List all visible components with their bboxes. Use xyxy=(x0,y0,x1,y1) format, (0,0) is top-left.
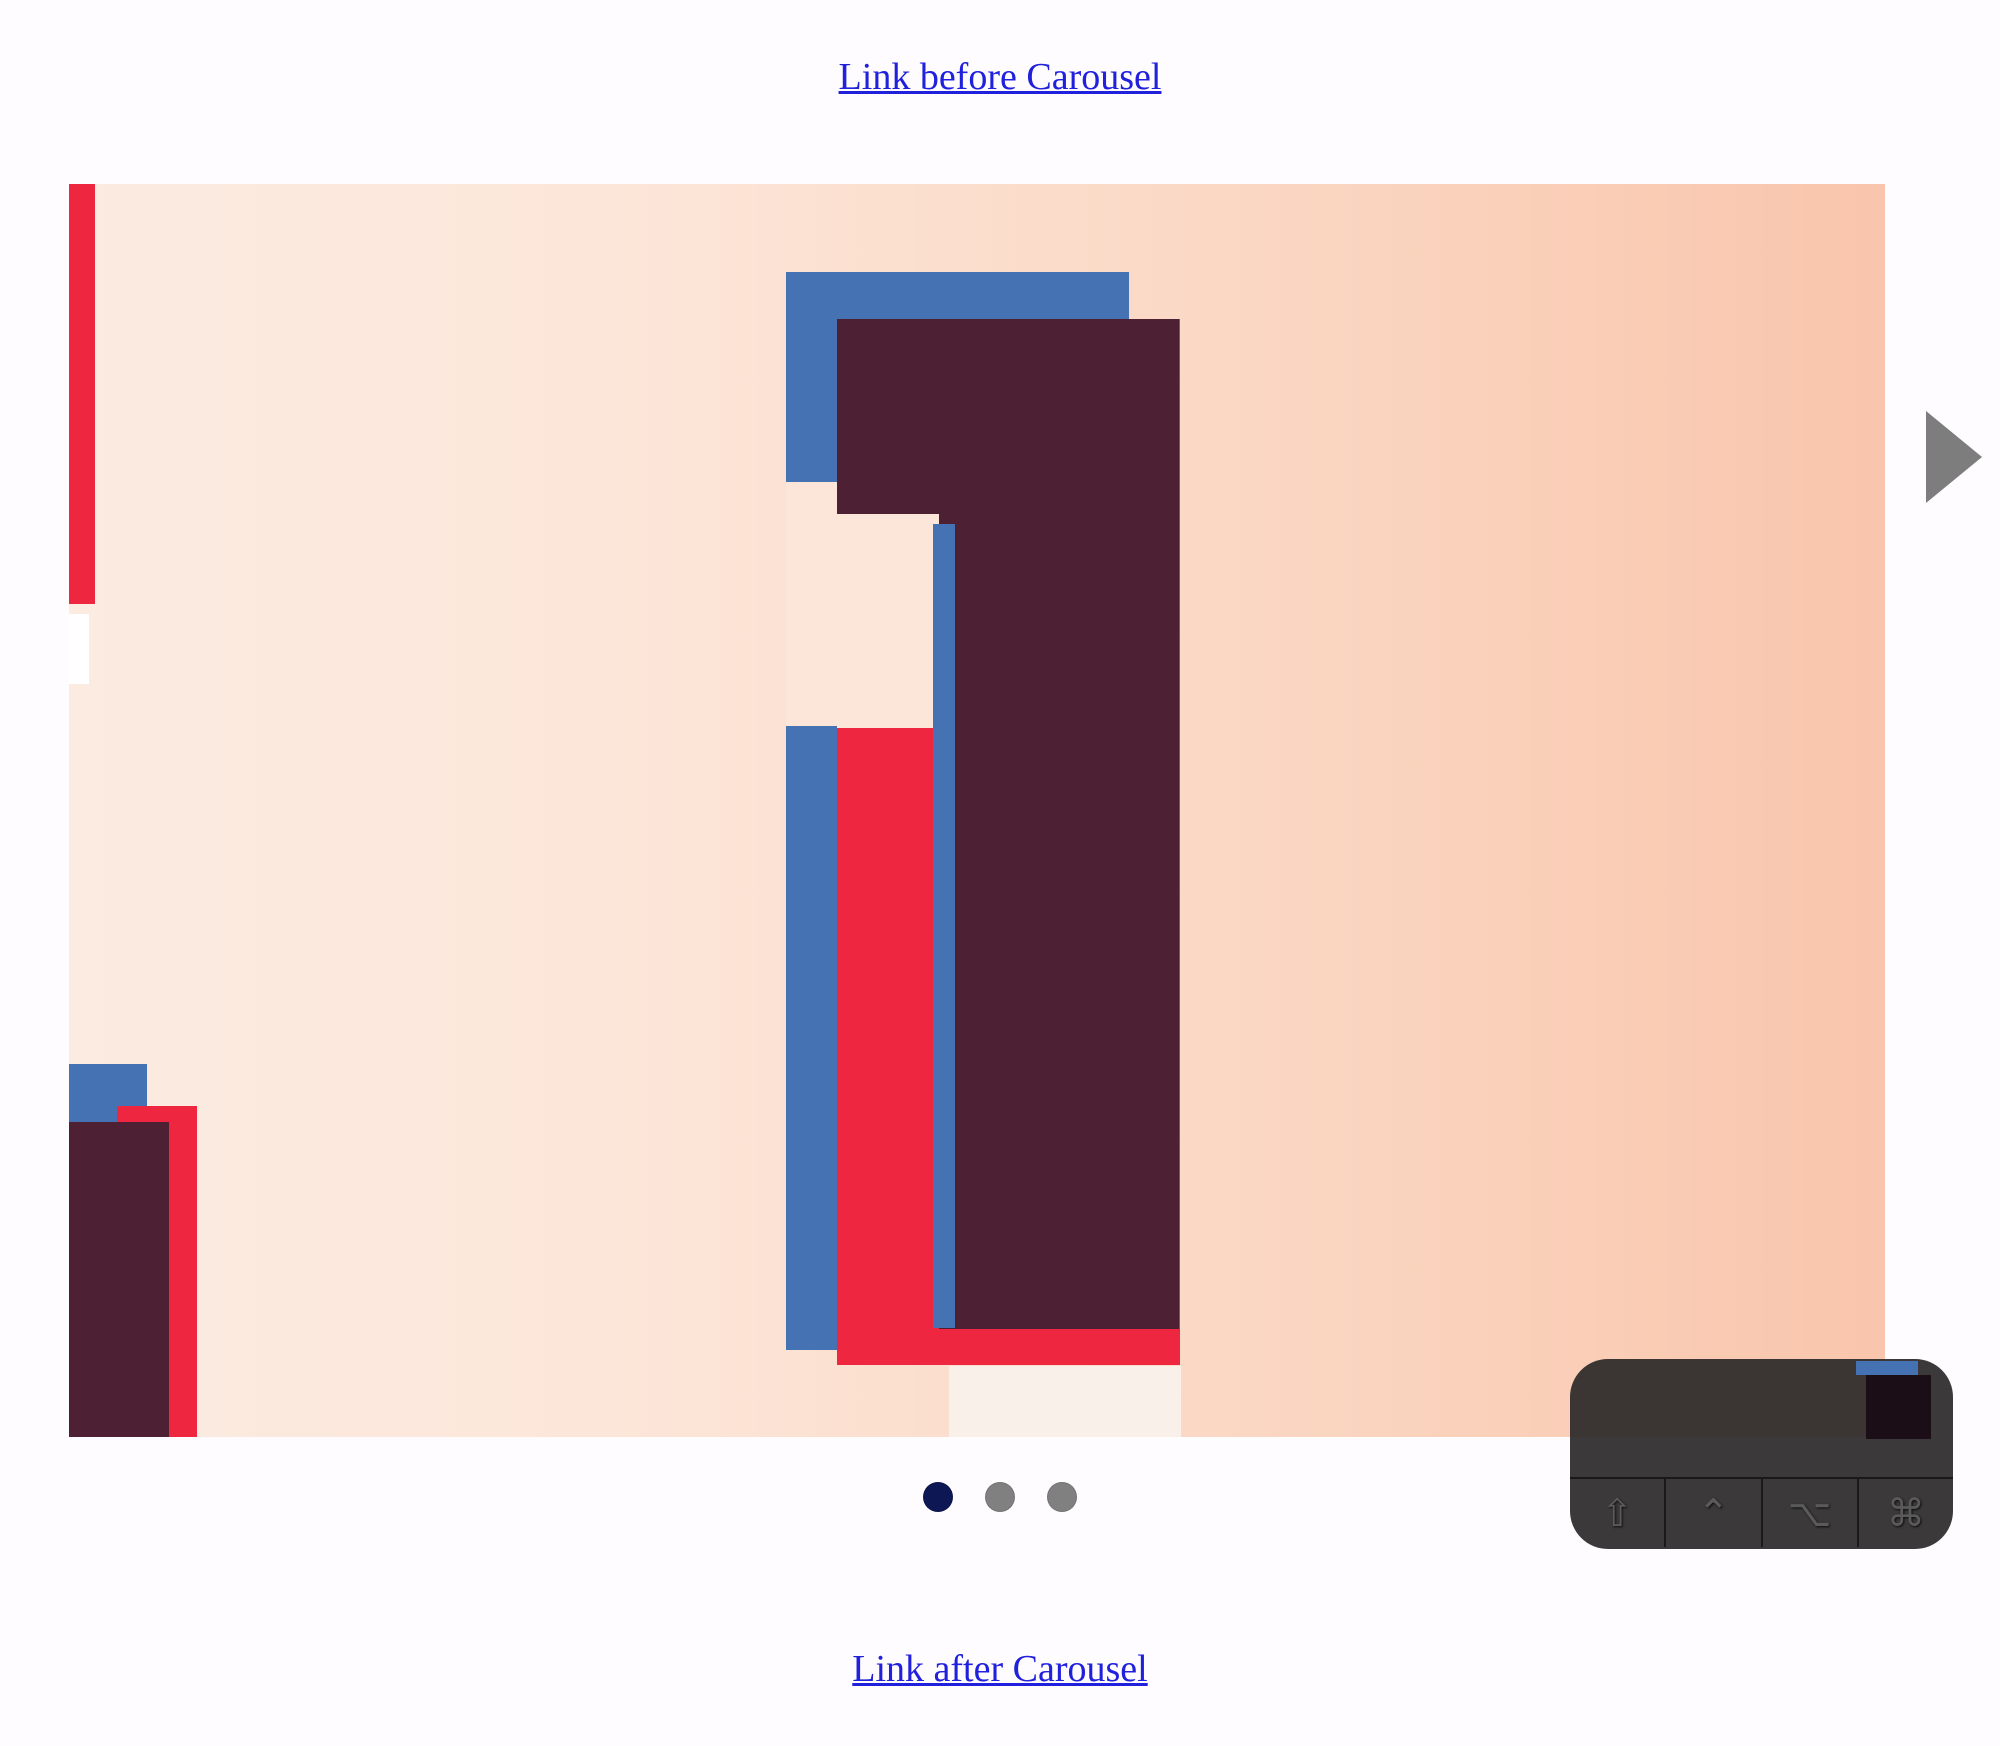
preview-decoration xyxy=(1856,1361,1918,1375)
carousel-container xyxy=(0,184,2000,1562)
slide-number-shape xyxy=(939,319,1179,1329)
next-slide-button[interactable] xyxy=(1926,411,1982,503)
slide-number-shape xyxy=(933,524,955,1328)
overlay-preview-area xyxy=(1570,1359,1953,1477)
shift-key[interactable]: ⇧ xyxy=(1570,1479,1666,1547)
carousel-slide-1[interactable] xyxy=(69,184,1885,1437)
link-after-carousel[interactable]: Link after Carousel xyxy=(852,1648,1147,1690)
option-key[interactable]: ⌥ xyxy=(1763,1479,1859,1547)
slide-decoration xyxy=(69,1122,169,1437)
bottom-link-container: Link after Carousel xyxy=(0,1592,2000,1746)
preview-decoration xyxy=(1866,1375,1931,1439)
command-key[interactable]: ⌘ xyxy=(1859,1479,1953,1547)
pagination-dot-1[interactable] xyxy=(923,1482,953,1512)
control-key[interactable]: ⌃ xyxy=(1666,1479,1762,1547)
slide-decoration xyxy=(69,184,95,604)
keyboard-modifier-overlay: ⇧ ⌃ ⌥ ⌘ xyxy=(1570,1359,1953,1549)
pagination-dot-2[interactable] xyxy=(985,1482,1015,1512)
modifier-keys-row: ⇧ ⌃ ⌥ ⌘ xyxy=(1570,1477,1953,1547)
link-before-carousel[interactable]: Link before Carousel xyxy=(839,56,1162,98)
pagination-dot-3[interactable] xyxy=(1047,1482,1077,1512)
top-link-container: Link before Carousel xyxy=(0,0,2000,154)
overlay-preview xyxy=(1766,1361,1951,1451)
slide-number-shape xyxy=(949,1366,1181,1437)
slide-decoration xyxy=(69,614,89,684)
